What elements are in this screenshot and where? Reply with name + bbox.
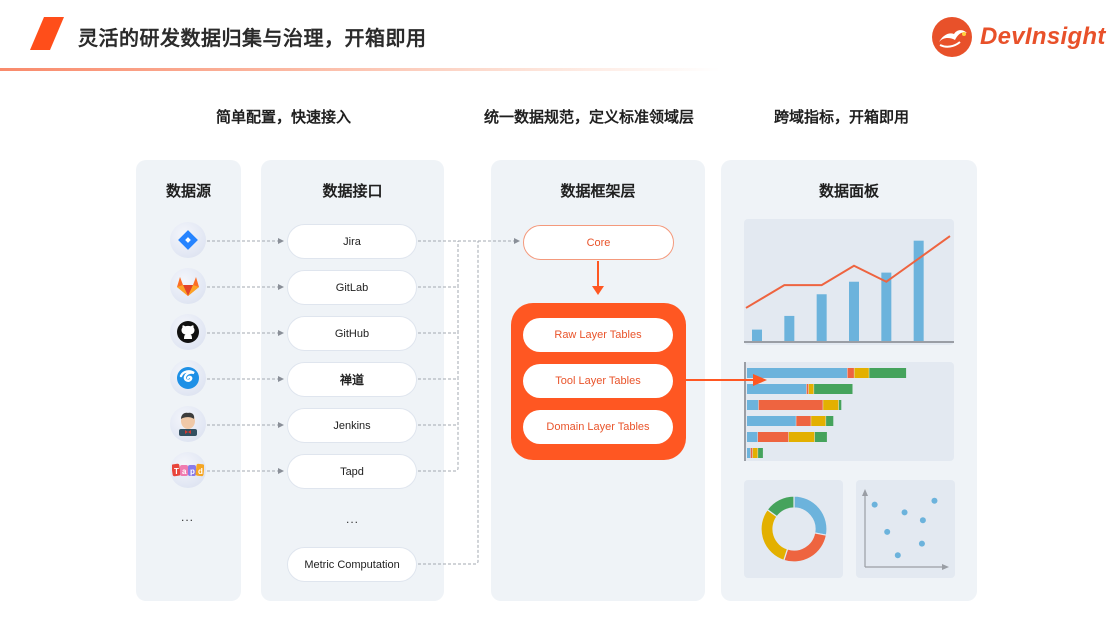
stacked-segment-5-1 [750,448,753,458]
scatter-point-4 [919,517,926,524]
stacked-segment-1-2 [808,384,814,394]
stacked-segment-4-3 [814,432,827,442]
svg-text:p: p [190,467,195,476]
subtitle-config: 简单配置，快速接入 [216,108,352,126]
source-tapd[interactable]: T a p d [170,452,206,488]
rabbit-logo-icon [932,17,972,57]
header-divider [0,68,720,71]
donut-chart-card [744,480,843,578]
stacked-segment-2-0 [747,400,759,410]
sources-more: ... [181,510,195,524]
panel-title-dashboard: 数据面板 [818,182,879,200]
jira-icon [178,230,198,250]
interface-tapd[interactable]: Tapd [287,454,417,489]
panel-title-sources: 数据源 [165,182,211,200]
scatter-point-0 [871,501,878,508]
interface-zentao[interactable]: 禅道 [287,362,417,397]
bar-0 [752,329,762,341]
stacked-segment-3-3 [826,416,834,426]
stacked-segment-0-2 [854,368,869,378]
bar-3 [849,281,859,341]
scatter-x-arrowhead [942,564,949,570]
gitlab-icon [177,277,199,296]
bar-line-chart [744,235,954,343]
jenkins-icon [179,412,197,436]
bar-4 [881,272,892,341]
stacked-segment-5-3 [758,448,763,458]
zentao-icon [177,367,199,389]
tool-layer-tables[interactable]: Tool Layer Tables [523,364,673,398]
stacked-segment-4-1 [757,432,789,442]
subtitle-standard: 统一数据规范，定义标准领域层 [484,108,695,126]
panel-title-interfaces: 数据接口 [322,182,383,200]
bar-line-chart-card [744,219,954,345]
header-slash-mark [30,17,64,50]
layer-tables-group: Raw Layer Tables Tool Layer Tables Domai… [511,303,686,460]
stacked-segment-1-0 [747,384,807,394]
source-github[interactable] [170,314,206,350]
stacked-segment-0-1 [847,368,854,378]
source-gitlab[interactable] [170,268,206,304]
interface-github[interactable]: GitHub [287,316,417,351]
scatter-point-2 [894,552,901,559]
interface-metric-computation[interactable]: Metric Computation [287,547,417,582]
domain-layer-tables[interactable]: Domain Layer Tables [523,410,673,444]
scatter-point-1 [884,528,891,535]
stacked-segment-3-0 [747,416,796,426]
stacked-segment-2-2 [823,400,839,410]
interfaces-more: ... [346,512,360,526]
scatter-point-3 [901,509,908,516]
bar-1 [784,315,795,341]
stacked-segment-3-1 [796,416,811,426]
brand-logo: DevInsight [930,15,1106,59]
donut-slice-0 [793,495,828,536]
scatter-y-arrowhead [862,489,868,496]
interface-jenkins[interactable]: Jenkins [287,408,417,443]
stacked-segment-3-2 [811,416,826,426]
github-icon [177,321,199,343]
panel-title-framework: 数据框架层 [560,182,636,200]
donut-slice-2 [760,508,789,562]
donut-slice-1 [783,532,828,563]
scatter-point-5 [918,540,925,547]
scatter-chart-card [856,480,955,578]
source-zentao[interactable] [170,360,206,396]
tapd-icon: T a p d [172,463,204,477]
stacked-segment-5-2 [752,448,758,458]
stacked-segment-5-0 [747,448,751,458]
stacked-segment-1-1 [806,384,809,394]
svg-text:a: a [182,467,187,476]
scatter-point-6 [931,497,938,504]
scatter-chart [862,489,949,570]
page-title: 灵活的研发数据归集与治理，开箱即用 [78,26,427,50]
svg-text:T: T [174,467,179,476]
stacked-segment-1-3 [814,384,853,394]
interface-jira[interactable]: Jira [287,224,417,259]
bar-2 [816,294,827,341]
stacked-segment-2-3 [838,400,842,410]
subtitle-metrics: 跨域指标，开箱即用 [774,108,910,126]
interface-gitlab[interactable]: GitLab [287,270,417,305]
stacked-segment-0-3 [869,368,907,378]
stacked-segment-4-0 [747,432,758,442]
brand-name: DevInsight [980,23,1106,50]
raw-layer-tables[interactable]: Raw Layer Tables [523,318,673,352]
stacked-segment-4-2 [788,432,815,442]
stacked-segment-2-1 [758,400,823,410]
svg-text:d: d [198,467,203,476]
stacked-segment-0-0 [747,368,847,378]
stacked-bar-chart [744,362,907,461]
core-node[interactable]: Core [523,225,674,260]
source-jenkins[interactable] [170,406,206,442]
stacked-bar-chart-card [744,362,954,461]
donut-chart [760,495,828,563]
source-jira[interactable] [170,222,206,258]
